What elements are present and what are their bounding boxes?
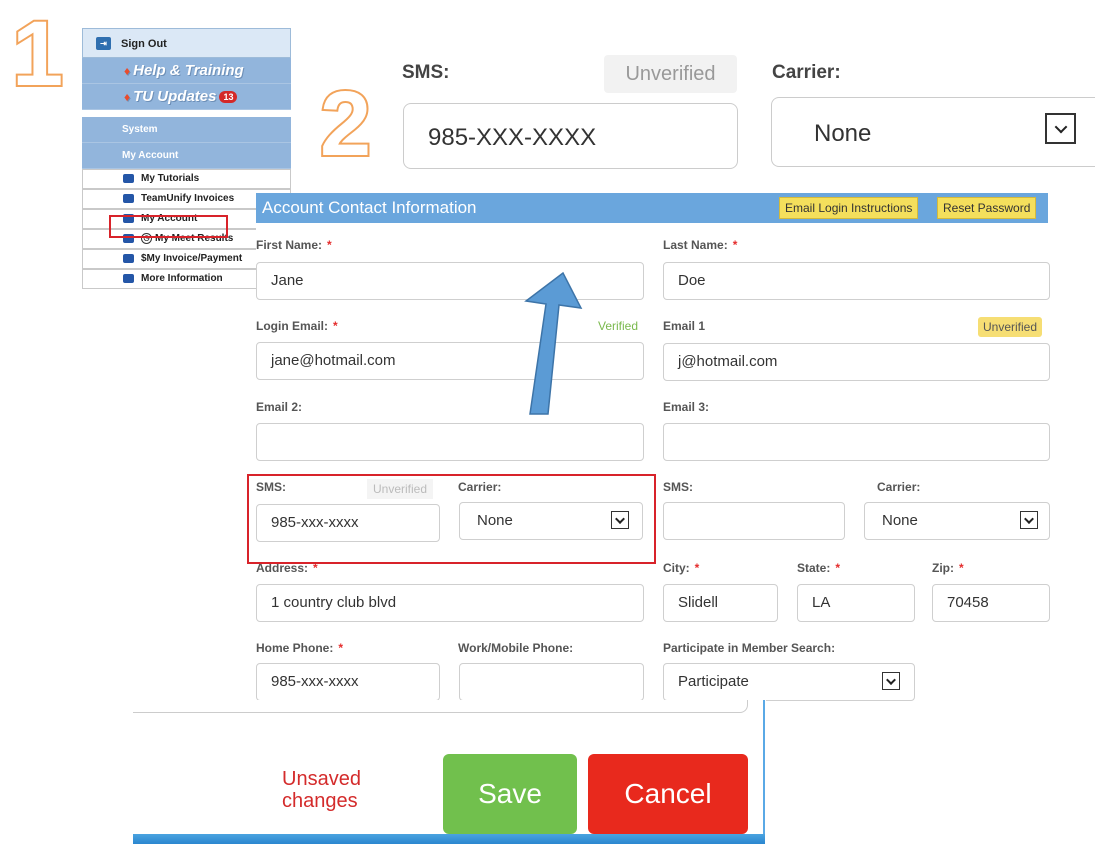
login-email-label: Login Email: * xyxy=(256,319,338,333)
carrier-value-zoom: None xyxy=(814,120,872,147)
sms2-label: SMS: xyxy=(663,480,693,494)
email3-input[interactable] xyxy=(663,423,1050,461)
flame-icon: ♦ xyxy=(124,90,131,104)
step-number-2: 2 xyxy=(318,73,373,175)
sign-out-label: Sign Out xyxy=(121,38,167,50)
flame-icon: ♦ xyxy=(124,64,131,78)
sms-input-zoom[interactable]: 985-XXX-XXXX xyxy=(403,103,738,169)
up-arrow-icon xyxy=(524,271,583,415)
city-label: City: * xyxy=(663,561,700,575)
sms2-input[interactable] xyxy=(663,502,845,540)
sms-value-zoom: 985-XXX-XXXX xyxy=(428,124,597,151)
carrier2-select[interactable]: None xyxy=(864,502,1050,540)
carrier-label-zoom: Carrier: xyxy=(772,62,841,83)
verified-status: Verified xyxy=(598,319,639,333)
unverified-badge-zoom: Unverified xyxy=(604,55,737,93)
menu-bullet-icon xyxy=(123,274,134,283)
panel-title: Account Contact Information xyxy=(262,198,477,217)
first-name-label: First Name: * xyxy=(256,238,332,252)
sign-out-icon: ⇥ xyxy=(96,37,111,50)
save-button[interactable]: Save xyxy=(443,754,577,834)
carrier-select-zoom[interactable]: None xyxy=(771,97,1095,167)
chevron-down-icon xyxy=(1020,511,1038,529)
sidebar-item-my-tutorials[interactable]: My Tutorials xyxy=(82,169,291,189)
reset-password-button[interactable]: Reset Password xyxy=(937,197,1037,219)
tu-updates-link[interactable]: ♦ TU Updates 13 xyxy=(82,84,291,110)
sidebar-item-label: $My Invoice/Payment xyxy=(141,253,243,264)
email3-label: Email 3: xyxy=(663,400,710,414)
zip-label: Zip: * xyxy=(932,561,964,575)
state-input[interactable]: LA xyxy=(797,584,915,622)
menu-bullet-icon xyxy=(123,194,134,203)
chevron-down-icon xyxy=(1045,113,1076,144)
tu-updates-label: TU Updates xyxy=(133,88,217,105)
sidebar-section-my-account[interactable]: My Account xyxy=(82,143,291,169)
last-name-input[interactable]: Doe xyxy=(663,262,1050,300)
member-search-value: Participate xyxy=(678,673,749,690)
carrier2-label: Carrier: xyxy=(877,480,921,494)
unsaved-changes-text: Unsaved changes xyxy=(282,768,361,812)
email1-label: Email 1 xyxy=(663,319,706,333)
my-account-highlight xyxy=(109,215,228,238)
help-training-link[interactable]: ♦ Help & Training xyxy=(82,58,291,84)
sms-carrier-highlight xyxy=(247,474,656,564)
member-search-select[interactable]: Participate xyxy=(663,663,915,701)
sidebar-section-system[interactable]: System xyxy=(82,117,291,143)
address-input[interactable]: 1 country club blvd xyxy=(256,584,644,622)
system-label: System xyxy=(122,124,158,135)
home-phone-input[interactable]: 985-xxx-xxxx xyxy=(256,663,440,701)
sidebar-item-label: TeamUnify Invoices xyxy=(141,193,235,204)
step-number-1: 1 xyxy=(10,3,65,105)
sidebar-item-label: My Tutorials xyxy=(141,173,200,184)
email-login-instructions-button[interactable]: Email Login Instructions xyxy=(779,197,919,219)
email2-input[interactable] xyxy=(256,423,644,461)
email2-label: Email 2: xyxy=(256,400,303,414)
member-search-label: Participate in Member Search: xyxy=(663,641,836,655)
cancel-button[interactable]: Cancel xyxy=(588,754,748,834)
menu-bullet-icon xyxy=(123,254,134,263)
save-bar: Unsaved changes Save Cancel xyxy=(133,700,766,844)
city-input[interactable]: Slidell xyxy=(663,584,778,622)
help-training-label: Help & Training xyxy=(133,62,244,79)
zip-input[interactable]: 70458 xyxy=(932,584,1050,622)
sign-out-button[interactable]: ⇥ Sign Out xyxy=(82,28,291,58)
carrier2-value: None xyxy=(882,512,918,529)
account-contact-panel: Account Contact Information Email Login … xyxy=(256,193,1050,713)
home-phone-label: Home Phone: * xyxy=(256,641,344,655)
sidebar-item-label: More Information xyxy=(141,273,223,284)
state-label: State: * xyxy=(797,561,841,575)
work-phone-label: Work/Mobile Phone: xyxy=(458,641,574,655)
email1-unverified-badge: Unverified xyxy=(978,317,1043,337)
my-account-header-label: My Account xyxy=(122,150,179,161)
sms-label-zoom: SMS: xyxy=(402,62,450,83)
work-phone-input[interactable] xyxy=(459,663,644,701)
updates-count-badge: 13 xyxy=(219,91,238,104)
menu-bullet-icon xyxy=(123,174,134,183)
email1-input[interactable]: j@hotmail.com xyxy=(663,343,1050,381)
panel-header: Account Contact Information Email Login … xyxy=(256,193,1048,223)
last-name-label: Last Name: * xyxy=(663,238,738,252)
chevron-down-icon xyxy=(882,672,900,690)
